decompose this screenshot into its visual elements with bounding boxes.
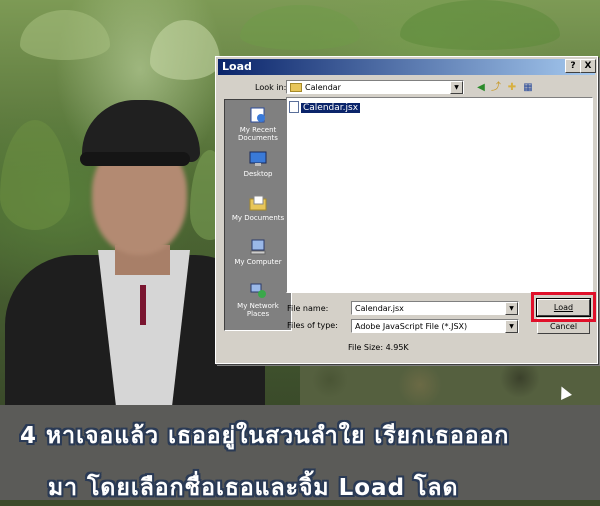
back-icon[interactable]: ◀ [474,81,488,95]
person-cap-brim [80,152,190,166]
foliage [0,120,70,230]
look-in-dropdown[interactable]: Calendar ▼ [286,80,464,94]
view-menu-icon[interactable]: ▦ [521,81,535,95]
foliage [400,0,560,50]
place-my-documents[interactable]: My Documents [225,194,291,222]
network-places-icon [248,282,268,300]
caption-line-1: 4 หาเจอแล้ว เธออยู่ในสวนลำใย เรียกเธอออก [20,423,510,449]
file-name-label: File name: [287,304,329,313]
file-list[interactable]: Calendar.jsx [286,97,593,293]
dialog-titlebar[interactable]: Load [218,59,595,75]
place-my-computer[interactable]: My Computer [225,238,291,266]
foliage [240,5,360,50]
desktop-icon [248,150,268,168]
places-bar: My Recent Documents Desktop My Documents… [224,99,292,331]
jsx-file-icon [289,101,299,113]
file-item-name: Calendar.jsx [301,102,361,113]
new-folder-icon[interactable]: ✚ [505,81,519,95]
load-button-highlight [531,292,596,322]
look-in-value: Calendar [305,83,341,92]
place-desktop[interactable]: Desktop [225,150,291,178]
files-of-type-label: Files of type: [287,321,338,330]
file-item[interactable]: Calendar.jsx [289,101,361,114]
look-in-label: Look in: [255,83,287,92]
caption-line-2: มา โดยเลือกชื่อเธอและจิ้ม Load โลด [48,475,459,501]
foliage [150,20,220,80]
up-folder-icon[interactable]: ⤴ [489,81,503,95]
my-computer-icon [248,238,268,256]
chevron-down-icon[interactable]: ▼ [505,320,518,333]
close-button[interactable]: X [580,59,596,73]
camouflage-fabric [300,360,600,410]
file-size-readout: File Size: 4.95K [348,343,409,352]
place-network-places[interactable]: My Network Places [225,282,291,318]
chevron-down-icon[interactable]: ▼ [450,81,463,94]
dialog-title: Load [222,60,252,73]
shirt-stripe [140,285,146,325]
files-of-type-dropdown[interactable]: Adobe JavaScript File (*.JSX) ▼ [351,319,519,333]
folder-icon [290,83,302,92]
chevron-down-icon[interactable]: ▼ [505,302,518,315]
foliage [20,10,110,60]
help-button[interactable]: ? [565,59,581,73]
my-documents-icon [248,194,268,212]
place-recent-documents[interactable]: My Recent Documents [225,106,291,142]
file-name-input[interactable]: Calendar.jsx ▼ [351,301,519,315]
recent-documents-icon [248,106,268,124]
